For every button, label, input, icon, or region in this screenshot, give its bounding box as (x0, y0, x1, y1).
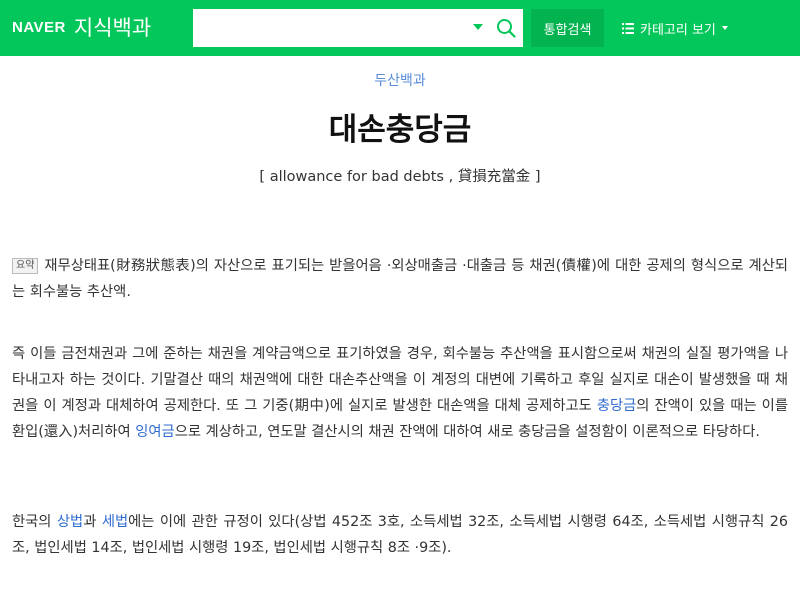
caret-down-icon (721, 26, 728, 30)
integrated-search-button[interactable]: 통합검색 (531, 9, 604, 47)
search-box (193, 9, 523, 47)
link-commercial-law[interactable]: 상법 (57, 514, 83, 530)
page-title: 대손충당금 (328, 112, 472, 148)
category-view-button[interactable]: 카테고리 보기 (622, 9, 728, 47)
search-icon[interactable] (496, 18, 516, 38)
link-surplus[interactable]: 잉여금 (135, 424, 174, 440)
body-paragraph-1: 즉 이들 금전채권과 그에 준하는 채권을 계약금액으로 표기하였을 경우, 회… (12, 346, 788, 440)
logo-brand: NAVER (12, 18, 66, 36)
link-reserve[interactable]: 충당금 (597, 398, 636, 414)
category-button-label: 카테고리 보기 (640, 22, 716, 38)
body-paragraph-2: 한국의 상법과 세법에는 이에 관한 규정이 있다(상법 452조 3호, 소득… (12, 514, 788, 556)
summary-paragraph: 요약 재무상태표(財務狀態表)의 자산으로 표기되는 받을어음 ·외상매출금 ·대… (12, 253, 788, 305)
source-link[interactable]: 두산백과 (0, 70, 800, 90)
top-header: NAVER 지식백과 통합검색 카테고리 보기 (0, 0, 800, 56)
summary-badge: 요약 (12, 258, 39, 274)
search-input[interactable] (193, 9, 463, 47)
page-subtitle: [ allowance for bad debts , 貸損充當金 ] (259, 169, 541, 185)
link-tax-law[interactable]: 세법 (102, 514, 128, 530)
chevron-down-icon[interactable] (473, 24, 483, 30)
logo-service-name: 지식백과 (73, 16, 152, 40)
naver-logo[interactable]: NAVER 지식백과 (12, 12, 151, 42)
list-icon (622, 22, 634, 34)
summary-text: 재무상태표(財務狀態表)의 자산으로 표기되는 받을어음 ·외상매출금 ·대출금… (12, 258, 788, 300)
